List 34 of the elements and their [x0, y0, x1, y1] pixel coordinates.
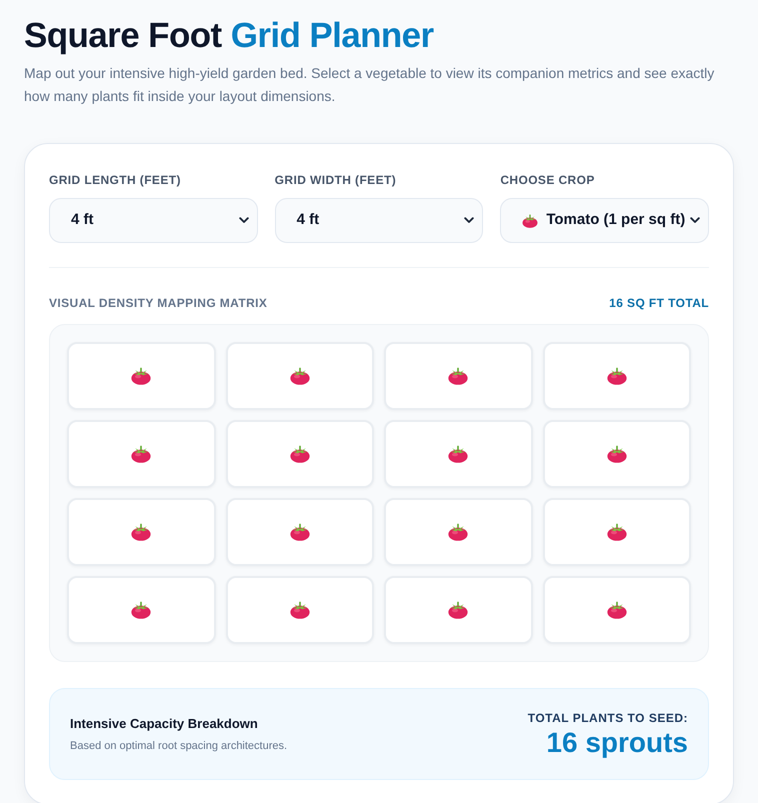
tomato-icon — [290, 601, 310, 619]
tomato-icon — [606, 523, 627, 541]
tomato-icon — [290, 523, 310, 541]
tomato-icon — [131, 601, 152, 619]
tomato-icon — [606, 367, 627, 385]
tomato-icon — [131, 523, 152, 541]
size-select[interactable]: 4 ft — [274, 198, 484, 243]
tomato-icon — [290, 445, 310, 463]
field-label: GRID WIDTH (FEET) — [274, 172, 396, 189]
tomato-icon — [606, 601, 627, 619]
tomato-icon — [606, 445, 627, 463]
size-select[interactable]: 4 ft — [49, 198, 258, 243]
total-value: 16 sprouts — [545, 726, 688, 760]
page-description: Map out your intensive high-yield garden bed. Select a vegetable to view its companion metrics and see exactly how many plants fit inside your layout dimensions. — [24, 64, 716, 106]
tomato-icon — [448, 445, 468, 463]
tomato-icon — [131, 367, 152, 385]
tomato-icon — [290, 367, 310, 385]
field-label: GRID LENGTH (FEET) — [49, 172, 181, 189]
tomato-icon — [131, 445, 152, 463]
chevron-down-icon — [464, 217, 474, 224]
tomato-icon — [522, 214, 538, 228]
chevron-down-icon — [690, 217, 700, 224]
page-title: Square Foot Grid Planner — [24, 15, 435, 57]
chevron-down-icon — [238, 217, 249, 224]
crop-select[interactable]: Tomato (1 per sq ft) — [500, 198, 709, 243]
summary-note: Based on optimal root spacing architectures. — [70, 739, 288, 754]
field-label: CHOOSE CROP — [500, 172, 595, 189]
tomato-icon — [448, 367, 468, 385]
area-total: 16 SQ FT TOTAL — [609, 295, 709, 312]
tomato-icon — [448, 601, 468, 619]
section-title: VISUAL DENSITY MAPPING MATRIX — [49, 295, 268, 312]
summary-title: Intensive Capacity Breakdown — [70, 714, 259, 733]
tomato-icon — [448, 523, 468, 541]
total-label: TOTAL PLANTS TO SEED: — [528, 710, 688, 727]
